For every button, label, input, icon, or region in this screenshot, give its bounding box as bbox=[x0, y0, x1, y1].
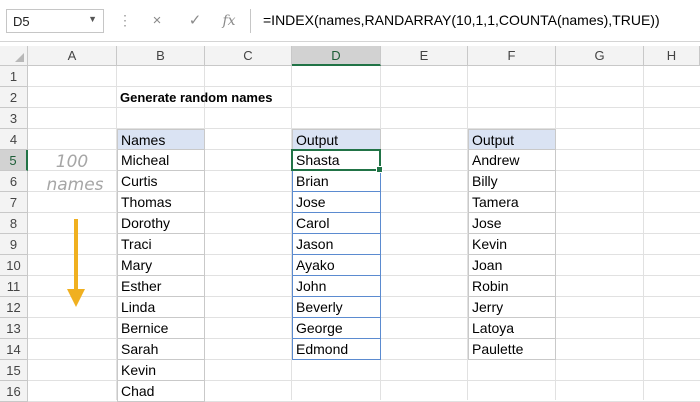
annotation-label: names bbox=[46, 175, 104, 195]
names-table-cell[interactable]: Mary bbox=[117, 255, 205, 276]
column-header-a[interactable]: A bbox=[28, 46, 117, 66]
gridline-column bbox=[643, 66, 644, 400]
output-table-2-cell[interactable]: Tamera bbox=[468, 192, 556, 213]
row-header-6[interactable]: 6 bbox=[0, 171, 28, 192]
more-options-icon: ⋮ bbox=[118, 12, 132, 28]
output-table-2-cell[interactable]: Jose bbox=[468, 213, 556, 234]
column-header-g[interactable]: G bbox=[556, 46, 644, 66]
output-table-2-cell[interactable]: Robin bbox=[468, 276, 556, 297]
formula-text: =INDEX(names,RANDARRAY(10,1,1,COUNTA(nam… bbox=[263, 12, 660, 28]
names-table-cell[interactable]: Traci bbox=[117, 234, 205, 255]
row-header-10[interactable]: 10 bbox=[0, 255, 28, 276]
output-table-1-cell[interactable]: Ayako bbox=[292, 255, 381, 276]
active-cell-selection[interactable] bbox=[291, 149, 383, 173]
row-header-15[interactable]: 15 bbox=[0, 360, 28, 381]
fill-handle[interactable] bbox=[376, 166, 383, 173]
column-header-c[interactable]: C bbox=[205, 46, 292, 66]
name-box-value: D5 bbox=[13, 14, 30, 29]
names-table-cell[interactable]: Esther bbox=[117, 276, 205, 297]
insert-function-icon[interactable]: fx bbox=[214, 9, 244, 33]
formula-input[interactable]: =INDEX(names,RANDARRAY(10,1,1,COUNTA(nam… bbox=[250, 9, 700, 33]
output-table-1-cell[interactable]: Beverly bbox=[292, 297, 381, 318]
column-header-e[interactable]: E bbox=[381, 46, 468, 66]
worksheet-grid[interactable]: A B C D E F G H 1 2 3 4 5 6 7 8 9 10 11 12 13 14 15 16 Generate … bbox=[0, 46, 700, 402]
output-table-2-cell[interactable]: Billy bbox=[468, 171, 556, 192]
output-table-1-cell[interactable]: Brian bbox=[292, 171, 381, 192]
row-header-8[interactable]: 8 bbox=[0, 213, 28, 234]
column-header-b[interactable]: B bbox=[117, 46, 205, 66]
output-table-1-cell[interactable]: Jason bbox=[292, 234, 381, 255]
down-arrow-icon bbox=[66, 219, 86, 309]
output-table-2-header[interactable]: Output bbox=[468, 129, 556, 150]
output-table-1-cell[interactable]: Carol bbox=[292, 213, 381, 234]
names-table-cell[interactable]: Bernice bbox=[117, 318, 205, 339]
row-header-5[interactable]: 5 bbox=[0, 150, 28, 171]
row-header-7[interactable]: 7 bbox=[0, 192, 28, 213]
output-table-1-cell[interactable]: Jose bbox=[292, 192, 381, 213]
output-table-1-cell[interactable]: George bbox=[292, 318, 381, 339]
output-table-2-cell[interactable]: Kevin bbox=[468, 234, 556, 255]
row-header-4[interactable]: 4 bbox=[0, 129, 28, 150]
names-table-cell[interactable]: Chad bbox=[117, 381, 205, 402]
cancel-icon[interactable]: × bbox=[142, 9, 172, 33]
gridline-row bbox=[28, 86, 700, 87]
names-table-cell[interactable]: Curtis bbox=[117, 171, 205, 192]
row-header-13[interactable]: 13 bbox=[0, 318, 28, 339]
row-header-12[interactable]: 12 bbox=[0, 297, 28, 318]
sheet-title: Generate random names bbox=[120, 90, 273, 105]
output-table-2-cell[interactable]: Jerry bbox=[468, 297, 556, 318]
row-header-16[interactable]: 16 bbox=[0, 381, 28, 402]
names-table-cell[interactable]: Kevin bbox=[117, 360, 205, 381]
output-table-2-cell[interactable]: Joan bbox=[468, 255, 556, 276]
output-table-1-cell[interactable]: Edmond bbox=[292, 339, 381, 360]
column-header-f[interactable]: F bbox=[468, 46, 556, 66]
names-table-header[interactable]: Names bbox=[117, 129, 205, 150]
row-header-9[interactable]: 9 bbox=[0, 234, 28, 255]
formula-bar-divider bbox=[0, 41, 700, 42]
row-header-11[interactable]: 11 bbox=[0, 276, 28, 297]
output-table-2-cell[interactable]: Paulette bbox=[468, 339, 556, 360]
row-header-2[interactable]: 2 bbox=[0, 87, 28, 108]
output-table-2-cell[interactable]: Latoya bbox=[468, 318, 556, 339]
names-table-cell[interactable]: Micheal bbox=[117, 150, 205, 171]
names-table-cell[interactable]: Dorothy bbox=[117, 213, 205, 234]
row-header-1[interactable]: 1 bbox=[0, 66, 28, 87]
column-header-d[interactable]: D bbox=[292, 46, 381, 66]
name-box[interactable]: D5 ▼ bbox=[6, 9, 104, 33]
names-table-cell[interactable]: Thomas bbox=[117, 192, 205, 213]
row-header-3[interactable]: 3 bbox=[0, 108, 28, 129]
output-table-2-cell[interactable]: Andrew bbox=[468, 150, 556, 171]
select-all-corner[interactable] bbox=[0, 46, 28, 66]
names-table-cell[interactable]: Sarah bbox=[117, 339, 205, 360]
column-header-h[interactable]: H bbox=[644, 46, 700, 66]
gridline-row bbox=[28, 107, 700, 108]
row-header-14[interactable]: 14 bbox=[0, 339, 28, 360]
formula-bar: D5 ▼ ⋮ × ✓ fx =INDEX(names,RANDARRAY(10,… bbox=[0, 0, 700, 42]
chevron-down-icon[interactable]: ▼ bbox=[88, 14, 97, 24]
enter-icon[interactable]: ✓ bbox=[180, 9, 210, 33]
output-table-1-cell[interactable]: John bbox=[292, 276, 381, 297]
names-table-cell[interactable]: Linda bbox=[117, 297, 205, 318]
annotation-count: 100 bbox=[55, 152, 89, 172]
output-table-1-header[interactable]: Output bbox=[292, 129, 381, 150]
